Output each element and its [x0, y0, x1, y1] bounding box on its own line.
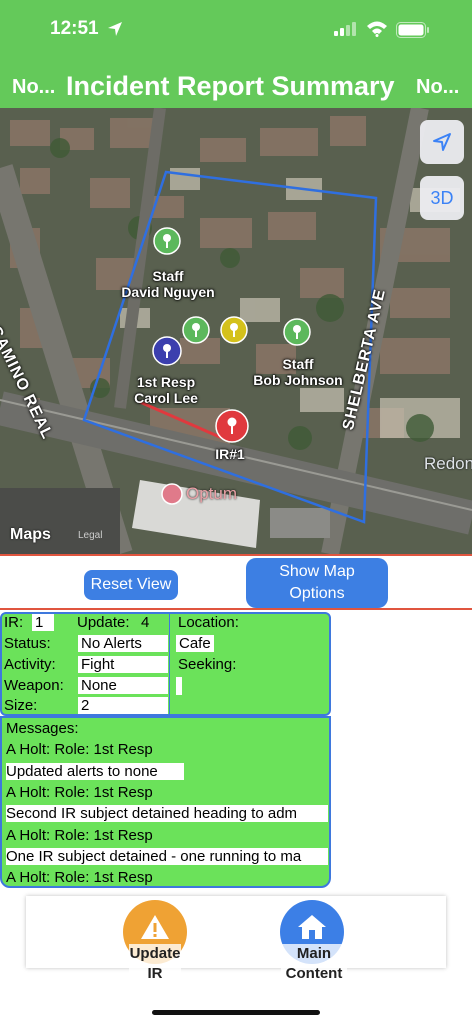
home-indicator[interactable]	[152, 1010, 320, 1015]
location-value: Cafe	[176, 635, 214, 652]
message-text: One IR subject detained - one running to…	[6, 848, 328, 865]
wifi-icon	[367, 21, 387, 37]
update-value: 4	[138, 614, 168, 631]
update-ir-tab-label[interactable]: Update IR	[129, 944, 181, 984]
incident-pin-ir1[interactable]	[215, 409, 249, 443]
message-author: A Holt: Role: 1st Resp	[6, 827, 153, 844]
location-label: Location:	[178, 614, 239, 631]
back-nav-button[interactable]: No...	[12, 76, 55, 99]
ir-value: 1	[32, 614, 54, 631]
status-time: 12:51	[50, 18, 99, 39]
battery-icon	[396, 22, 429, 38]
column-divider	[169, 614, 170, 716]
activity-value: Fight	[78, 656, 168, 673]
pin-label-bob: Staff Bob Johnson	[253, 356, 343, 388]
alert-pin-yellow[interactable]	[220, 316, 248, 344]
show-map-options-button[interactable]: Show Map Options	[246, 558, 388, 608]
messages-heading: Messages:	[6, 720, 79, 737]
pin-label-carol: 1st Resp Carol Lee	[134, 374, 198, 406]
pin-label-ir: IR#1	[215, 446, 245, 462]
message-text: Second IR subject detained heading to ad…	[6, 805, 328, 822]
cellular-signal-icon	[334, 22, 356, 36]
pin-label-david: Staff David Nguyen	[121, 268, 215, 300]
alert-triangle-icon	[141, 915, 169, 939]
seeking-value	[176, 677, 182, 695]
location-services-icon	[108, 22, 122, 36]
main-content-tab-label[interactable]: Main Content	[281, 944, 347, 984]
message-author: A Holt: Role: 1st Resp	[6, 869, 153, 886]
legal-link[interactable]: Legal	[78, 530, 102, 541]
map-controls: Reset View Show Map Options	[0, 554, 472, 610]
message-text: Updated alerts to none	[6, 763, 184, 780]
activity-label: Activity:	[4, 656, 56, 673]
staff-pin-bob[interactable]	[283, 318, 311, 346]
home-icon	[298, 915, 326, 939]
staff-pin-cluster-1[interactable]	[182, 316, 210, 344]
ir-label: IR:	[4, 614, 24, 631]
incident-info-panel: IR: 1 Update: 4 Status: No Alerts Activi…	[0, 612, 331, 716]
status-label: Status:	[4, 635, 51, 652]
message-author: A Holt: Role: 1st Resp	[6, 784, 153, 801]
size-label: Size:	[4, 697, 38, 714]
messages-panel[interactable]: Messages: A Holt: Role: 1st Resp Updated…	[0, 716, 331, 888]
seeking-label: Seeking:	[178, 656, 237, 673]
place-label-redon: Redon	[424, 454, 472, 473]
incident-map[interactable]: S CAMINO REAL SHELBERTA AVE Optum Redon …	[0, 108, 472, 554]
status-value: No Alerts	[78, 635, 168, 652]
forward-nav-button[interactable]: No...	[416, 76, 459, 99]
maps-attribution: Maps	[10, 526, 51, 543]
page-title: Incident Report Summary	[66, 71, 395, 101]
responder-pin-carol[interactable]	[152, 336, 182, 366]
weapon-label: Weapon:	[4, 677, 64, 694]
map-3d-button[interactable]: 3D	[420, 176, 464, 220]
location-arrow-icon[interactable]	[420, 120, 464, 164]
size-value: 2	[78, 697, 168, 714]
navigation-header: 12:51 No... Incident Report Summary No..…	[0, 0, 472, 108]
reset-view-button[interactable]: Reset View	[84, 570, 178, 600]
staff-pin-david[interactable]	[153, 227, 181, 255]
optum-place-icon	[161, 483, 183, 505]
message-author: A Holt: Role: 1st Resp	[6, 741, 153, 758]
place-label-optum: Optum	[186, 484, 238, 503]
bottom-tab-bar: Update IR Main Content	[26, 896, 446, 984]
update-label: Update:	[77, 614, 130, 631]
weapon-value: None	[78, 677, 168, 694]
